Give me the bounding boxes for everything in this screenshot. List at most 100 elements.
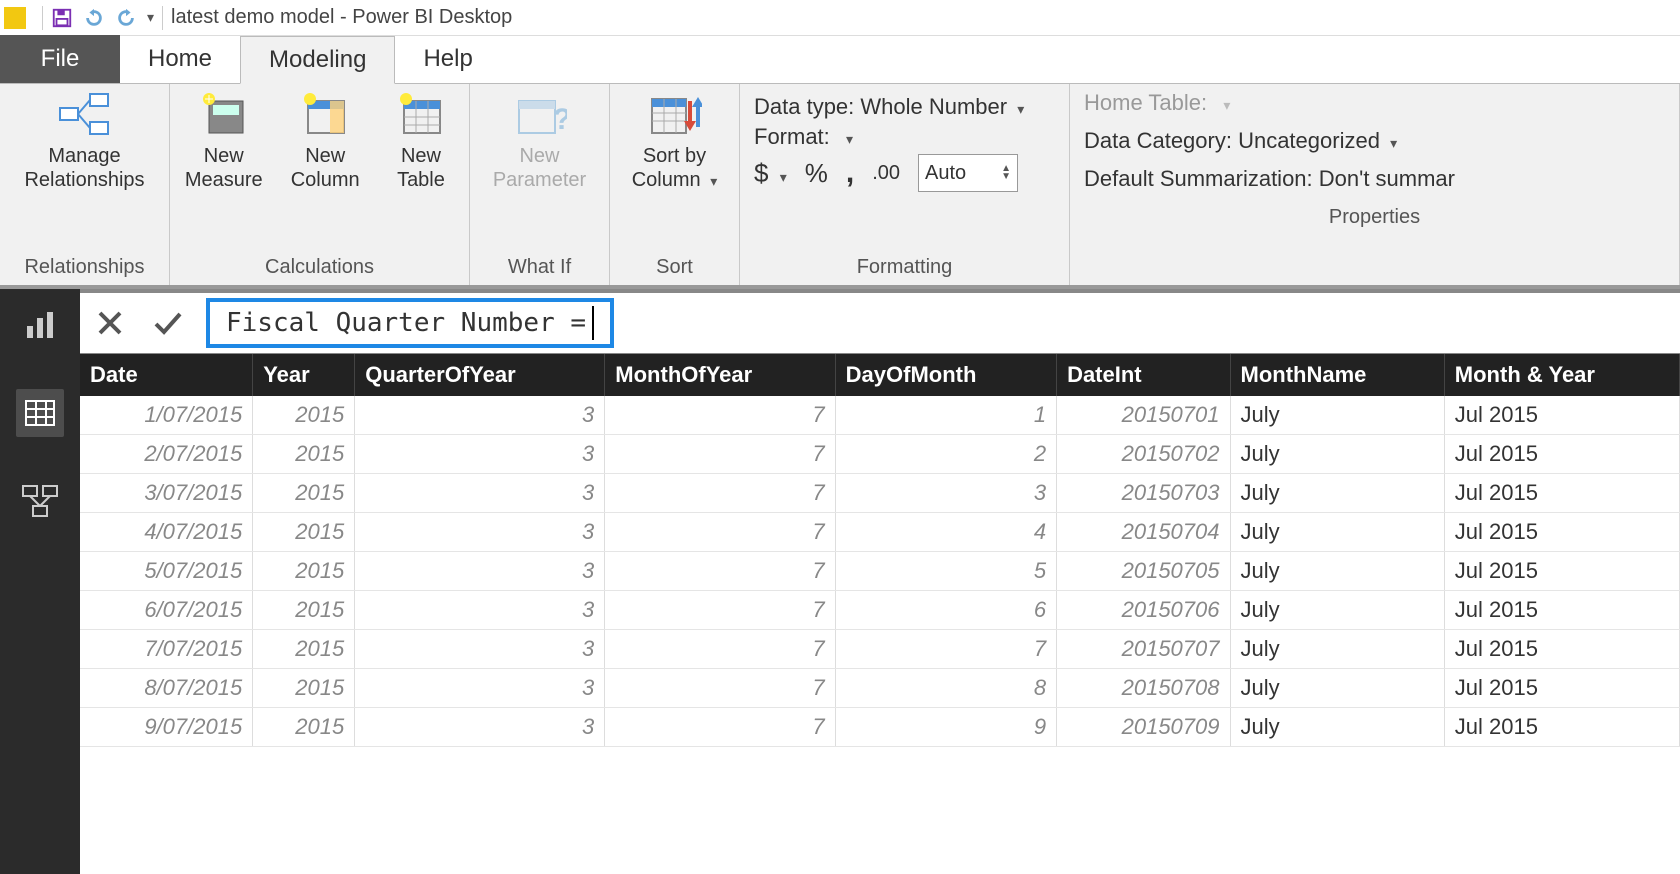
default-summarization-dropdown[interactable]: Default Summarization: Don't summar (1084, 166, 1665, 192)
cell[interactable]: 2015 (253, 552, 355, 591)
tab-modeling[interactable]: Modeling (240, 36, 395, 84)
formula-input[interactable]: Fiscal Quarter Number = (206, 298, 614, 348)
table-row[interactable]: 9/07/2015201537920150709JulyJul 2015 (80, 708, 1680, 747)
cell[interactable]: 4 (835, 513, 1056, 552)
new-table-button[interactable]: New Table (383, 90, 459, 192)
data-category-dropdown[interactable]: Data Category: Uncategorized ▾ (1084, 128, 1665, 154)
column-header[interactable]: QuarterOfYear (355, 354, 605, 396)
cell[interactable]: July (1230, 552, 1444, 591)
cell[interactable]: 1/07/2015 (80, 396, 253, 435)
tab-help[interactable]: Help (395, 35, 500, 83)
cell[interactable]: 20150704 (1057, 513, 1230, 552)
cell[interactable]: 7 (605, 708, 835, 747)
table-row[interactable]: 2/07/2015201537220150702JulyJul 2015 (80, 435, 1680, 474)
cell[interactable]: July (1230, 396, 1444, 435)
cell[interactable]: Jul 2015 (1444, 591, 1679, 630)
cell[interactable]: 7 (605, 552, 835, 591)
sort-by-column-button[interactable]: Sort by Column ▾ (620, 90, 729, 192)
undo-icon[interactable] (83, 7, 105, 29)
cell[interactable]: 2015 (253, 591, 355, 630)
cancel-formula-button[interactable] (90, 303, 130, 343)
decimal-places-input[interactable]: Auto ▲▼ (918, 154, 1018, 192)
new-column-button[interactable]: New Column (281, 90, 368, 192)
cell[interactable]: 8 (835, 669, 1056, 708)
cell[interactable]: 7 (605, 630, 835, 669)
cell[interactable]: 2015 (253, 669, 355, 708)
cell[interactable]: 7 (835, 630, 1056, 669)
cell[interactable]: July (1230, 669, 1444, 708)
cell[interactable]: Jul 2015 (1444, 513, 1679, 552)
cell[interactable]: 4/07/2015 (80, 513, 253, 552)
cell[interactable]: 3 (835, 474, 1056, 513)
cell[interactable]: Jul 2015 (1444, 396, 1679, 435)
cell[interactable]: 7/07/2015 (80, 630, 253, 669)
cell[interactable]: 3 (355, 708, 605, 747)
table-row[interactable]: 3/07/2015201537320150703JulyJul 2015 (80, 474, 1680, 513)
cell[interactable]: 2015 (253, 435, 355, 474)
cell[interactable]: 7 (605, 513, 835, 552)
cell[interactable]: 3 (355, 669, 605, 708)
cell[interactable]: 2 (835, 435, 1056, 474)
table-row[interactable]: 7/07/2015201537720150707JulyJul 2015 (80, 630, 1680, 669)
tab-home[interactable]: Home (120, 35, 240, 83)
cell[interactable]: 2015 (253, 396, 355, 435)
cell[interactable]: Jul 2015 (1444, 435, 1679, 474)
cell[interactable]: 1 (835, 396, 1056, 435)
model-view-button[interactable] (16, 477, 64, 525)
new-measure-button[interactable]: New Measure (180, 90, 267, 192)
cell[interactable]: 5/07/2015 (80, 552, 253, 591)
cell[interactable]: 2015 (253, 513, 355, 552)
cell[interactable]: 7 (605, 396, 835, 435)
customize-qat-icon[interactable]: ▾ (147, 9, 154, 26)
table-row[interactable]: 6/07/2015201537620150706JulyJul 2015 (80, 591, 1680, 630)
cell[interactable]: 3/07/2015 (80, 474, 253, 513)
cell[interactable]: 2015 (253, 630, 355, 669)
cell[interactable]: Jul 2015 (1444, 474, 1679, 513)
currency-format-button[interactable]: $ ▾ (754, 158, 787, 189)
cell[interactable]: July (1230, 474, 1444, 513)
cell[interactable]: 20150709 (1057, 708, 1230, 747)
thousands-separator-button[interactable]: , (846, 156, 854, 190)
tab-file[interactable]: File (0, 35, 120, 83)
cell[interactable]: July (1230, 591, 1444, 630)
cell[interactable]: July (1230, 708, 1444, 747)
table-row[interactable]: 1/07/2015201537120150701JulyJul 2015 (80, 396, 1680, 435)
cell[interactable]: 20150705 (1057, 552, 1230, 591)
cell[interactable]: 20150701 (1057, 396, 1230, 435)
cell[interactable]: July (1230, 435, 1444, 474)
cell[interactable]: 20150706 (1057, 591, 1230, 630)
cell[interactable]: Jul 2015 (1444, 630, 1679, 669)
cell[interactable]: 3 (355, 396, 605, 435)
cell[interactable]: 9 (835, 708, 1056, 747)
cell[interactable]: Jul 2015 (1444, 552, 1679, 591)
cell[interactable]: Jul 2015 (1444, 708, 1679, 747)
percent-format-button[interactable]: % (805, 158, 828, 189)
cell[interactable]: 5 (835, 552, 1056, 591)
cell[interactable]: 9/07/2015 (80, 708, 253, 747)
cell[interactable]: 6 (835, 591, 1056, 630)
cell[interactable]: 6/07/2015 (80, 591, 253, 630)
cell[interactable]: 3 (355, 591, 605, 630)
report-view-button[interactable] (16, 301, 64, 349)
cell[interactable]: 3 (355, 435, 605, 474)
column-header[interactable]: MonthOfYear (605, 354, 835, 396)
cell[interactable]: 20150702 (1057, 435, 1230, 474)
cell[interactable]: 20150703 (1057, 474, 1230, 513)
data-type-dropdown[interactable]: Data type: Whole Number ▾ (754, 94, 1024, 120)
cell[interactable]: 2015 (253, 474, 355, 513)
column-header[interactable]: Year (253, 354, 355, 396)
format-dropdown[interactable]: Format: ▾ (754, 124, 853, 150)
data-grid[interactable]: DateYearQuarterOfYearMonthOfYearDayOfMon… (80, 353, 1680, 874)
table-row[interactable]: 4/07/2015201537420150704JulyJul 2015 (80, 513, 1680, 552)
cell[interactable]: Jul 2015 (1444, 669, 1679, 708)
column-header[interactable]: Month & Year (1444, 354, 1679, 396)
table-row[interactable]: 5/07/2015201537520150705JulyJul 2015 (80, 552, 1680, 591)
cell[interactable]: 7 (605, 435, 835, 474)
cell[interactable]: 8/07/2015 (80, 669, 253, 708)
table-row[interactable]: 8/07/2015201537820150708JulyJul 2015 (80, 669, 1680, 708)
redo-icon[interactable] (115, 7, 137, 29)
cell[interactable]: July (1230, 513, 1444, 552)
column-header[interactable]: Date (80, 354, 253, 396)
cell[interactable]: 3 (355, 552, 605, 591)
cell[interactable]: 7 (605, 474, 835, 513)
